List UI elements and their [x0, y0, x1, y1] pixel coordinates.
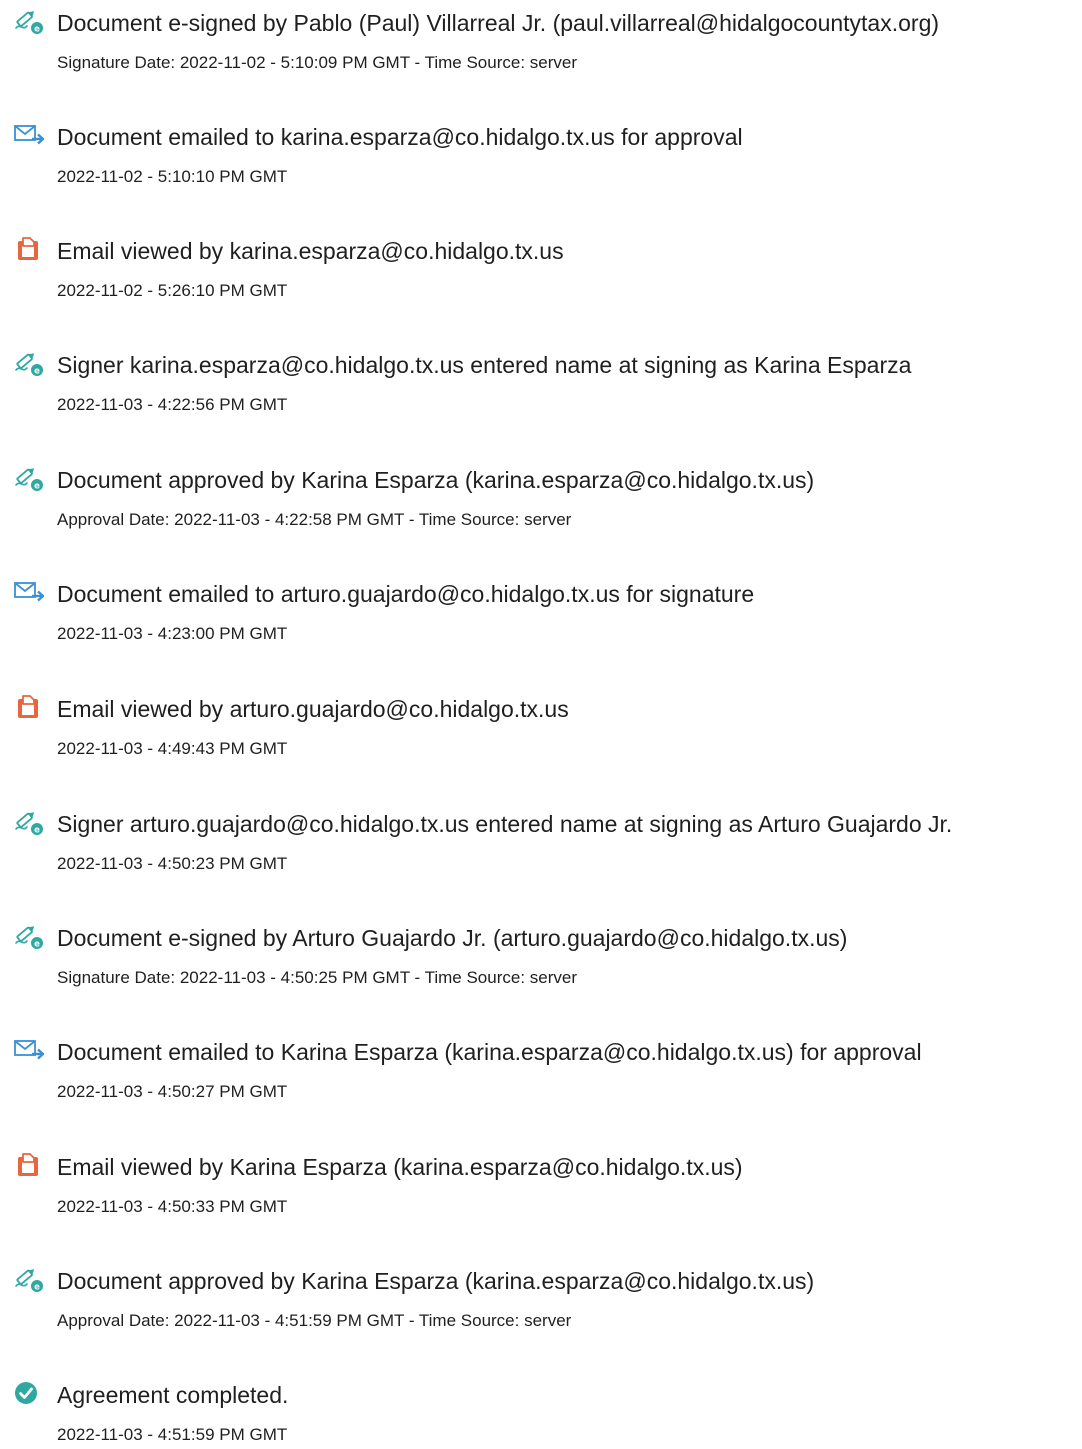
event-title: Document approved by Karina Esparza (kar…: [57, 1268, 815, 1294]
svg-text:e: e: [34, 939, 40, 949]
history-event-viewed: Email viewed by Karina Esparza (karina.e…: [0, 1144, 1082, 1244]
event-date: 2022-11-03 - 4:51:59 PM GMT: [57, 1425, 288, 1444]
event-title: Document emailed to arturo.guajardo@co.h…: [57, 581, 755, 607]
event-title: Document e-signed by Arturo Guajardo Jr.…: [57, 925, 848, 951]
document-viewed-icon: [14, 693, 44, 721]
event-title: Document emailed to karina.esparza@co.hi…: [57, 124, 743, 150]
svg-text:e: e: [34, 825, 40, 835]
history-event-emailed: Document emailed to arturo.guajardo@co.h…: [0, 571, 1082, 671]
history-event-viewed: Email viewed by arturo.guajardo@co.hidal…: [0, 686, 1082, 786]
checkmark-circle-icon: [14, 1379, 44, 1407]
envelope-arrow-icon: [14, 121, 44, 149]
event-title: Email viewed by karina.esparza@co.hidalg…: [57, 238, 564, 264]
pen-icon: e: [14, 922, 44, 950]
pen-icon: e: [14, 808, 44, 836]
event-title: Agreement completed.: [57, 1382, 289, 1408]
event-date: Approval Date: 2022-11-03 - 4:51:59 PM G…: [57, 1311, 572, 1330]
event-date: 2022-11-02 - 5:10:10 PM GMT: [57, 167, 288, 186]
document-viewed-icon: [14, 235, 44, 263]
event-title: Email viewed by Karina Esparza (karina.e…: [57, 1154, 743, 1180]
event-title: Document emailed to Karina Esparza (kari…: [57, 1039, 922, 1065]
event-title: Signer arturo.guajardo@co.hidalgo.tx.us …: [57, 811, 953, 837]
event-title: Document e-signed by Pablo (Paul) Villar…: [57, 10, 940, 36]
history-event-emailed: Document emailed to Karina Esparza (kari…: [0, 1029, 1082, 1129]
event-title: Document approved by Karina Esparza (kar…: [57, 467, 815, 493]
event-title: Email viewed by arturo.guajardo@co.hidal…: [57, 696, 569, 722]
envelope-arrow-icon: [14, 1036, 44, 1064]
event-date: 2022-11-03 - 4:50:27 PM GMT: [57, 1082, 288, 1101]
history-event-viewed: Email viewed by karina.esparza@co.hidalg…: [0, 228, 1082, 328]
history-event-esigned: e Document e-signed by Arturo Guajardo J…: [0, 915, 1082, 1015]
history-event-approved: e Document approved by Karina Esparza (k…: [0, 1258, 1082, 1358]
svg-text:e: e: [34, 24, 40, 34]
event-title: Signer karina.esparza@co.hidalgo.tx.us e…: [57, 352, 912, 378]
history-event-name-entered: e Signer karina.esparza@co.hidalgo.tx.us…: [0, 342, 1082, 442]
history-event-esigned: e Document e-signed by Pablo (Paul) Vill…: [0, 0, 1082, 100]
svg-text:e: e: [34, 1282, 40, 1292]
pen-icon: e: [14, 464, 44, 492]
event-date: Signature Date: 2022-11-02 - 5:10:09 PM …: [57, 53, 577, 72]
event-date: 2022-11-03 - 4:50:33 PM GMT: [57, 1197, 288, 1216]
event-date: 2022-11-03 - 4:50:23 PM GMT: [57, 854, 288, 873]
event-date: 2022-11-02 - 5:26:10 PM GMT: [57, 281, 288, 300]
event-date: 2022-11-03 - 4:49:43 PM GMT: [57, 739, 288, 758]
envelope-arrow-icon: [14, 578, 44, 606]
event-date: Signature Date: 2022-11-03 - 4:50:25 PM …: [57, 968, 577, 987]
history-event-approved: e Document approved by Karina Esparza (k…: [0, 457, 1082, 557]
pen-icon: e: [14, 349, 44, 377]
svg-text:e: e: [34, 366, 40, 376]
history-event-completed: Agreement completed. 2022-11-03 - 4:51:5…: [0, 1372, 1082, 1449]
event-date: 2022-11-03 - 4:22:56 PM GMT: [57, 395, 288, 414]
pen-icon: e: [14, 7, 44, 35]
event-date: 2022-11-03 - 4:23:00 PM GMT: [57, 624, 288, 643]
history-event-name-entered: e Signer arturo.guajardo@co.hidalgo.tx.u…: [0, 801, 1082, 901]
event-date: Approval Date: 2022-11-03 - 4:22:58 PM G…: [57, 510, 572, 529]
svg-text:e: e: [34, 481, 40, 491]
pen-icon: e: [14, 1265, 44, 1293]
document-viewed-icon: [14, 1151, 44, 1179]
history-event-emailed: Document emailed to karina.esparza@co.hi…: [0, 114, 1082, 214]
